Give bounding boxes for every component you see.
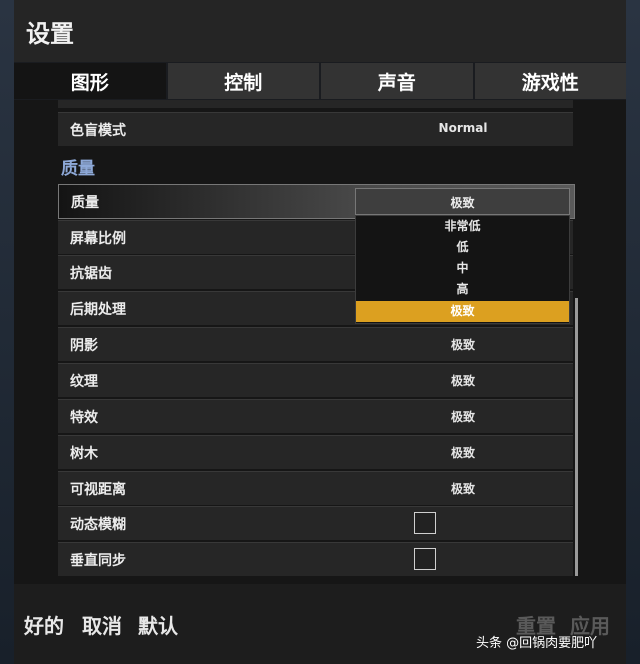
motion-blur-checkbox[interactable] bbox=[414, 512, 436, 534]
setting-label: 阴影 bbox=[70, 338, 98, 354]
setting-label: 动态模糊 bbox=[70, 517, 126, 533]
setting-label: 质量 bbox=[71, 195, 99, 211]
setting-value[interactable]: 极致 bbox=[354, 372, 572, 389]
cancel-button[interactable]: 取消 bbox=[82, 610, 122, 639]
setting-label: 后期处理 bbox=[70, 302, 126, 318]
setting-value[interactable]: 极致 bbox=[354, 408, 572, 425]
setting-row-effects[interactable]: 特效 极致 bbox=[58, 399, 573, 433]
previous-row-edge bbox=[58, 100, 573, 108]
setting-label: 树木 bbox=[70, 446, 98, 462]
setting-value[interactable]: 极致 bbox=[354, 444, 572, 461]
setting-label: 抗锯齿 bbox=[70, 266, 112, 282]
setting-row-view-distance[interactable]: 可视距离 极致 bbox=[58, 471, 573, 505]
setting-label: 色盲模式 bbox=[70, 123, 126, 139]
tab-sound[interactable]: 声音 bbox=[321, 63, 473, 99]
scrollbar[interactable] bbox=[575, 298, 578, 576]
setting-row-shadows[interactable]: 阴影 极致 bbox=[58, 327, 573, 361]
setting-label: 纹理 bbox=[70, 374, 98, 390]
title-bar: 设置 bbox=[14, 0, 626, 62]
background-left bbox=[0, 0, 14, 664]
section-title-quality: 质量 bbox=[61, 159, 95, 179]
setting-label: 垂直同步 bbox=[70, 553, 126, 569]
setting-value[interactable]: 极致 bbox=[354, 480, 572, 497]
settings-panel: 色盲模式 Normal 质量 质量 屏幕比例 抗锯齿 后期处理 阴影 极致 纹理… bbox=[14, 100, 626, 584]
setting-label: 屏幕比例 bbox=[70, 231, 126, 247]
setting-row-textures[interactable]: 纹理 极致 bbox=[58, 363, 573, 397]
setting-label: 可视距离 bbox=[70, 482, 126, 498]
dropdown-option-low[interactable]: 低 bbox=[356, 237, 569, 258]
tab-controls[interactable]: 控制 bbox=[167, 63, 319, 99]
dropdown-option-very-low[interactable]: 非常低 bbox=[356, 216, 569, 237]
tab-graphics[interactable]: 图形 bbox=[14, 63, 166, 99]
quality-dropdown[interactable]: 极致 bbox=[355, 188, 570, 215]
setting-row-color-blind[interactable]: 色盲模式 Normal bbox=[58, 112, 573, 146]
quality-dropdown-menu: 非常低 低 中 高 极致 bbox=[355, 215, 570, 324]
dropdown-option-high[interactable]: 高 bbox=[356, 279, 569, 300]
watermark: 头条 @回锅肉要肥吖 bbox=[476, 636, 598, 651]
setting-value[interactable]: Normal bbox=[354, 121, 572, 135]
footer-bar: 好的 取消 默认 重置 应用 bbox=[14, 584, 626, 664]
setting-row-foliage[interactable]: 树木 极致 bbox=[58, 435, 573, 469]
background-right bbox=[626, 0, 640, 664]
vsync-checkbox[interactable] bbox=[414, 548, 436, 570]
dropdown-option-medium[interactable]: 中 bbox=[356, 258, 569, 279]
setting-row-motion-blur[interactable]: 动态模糊 bbox=[58, 506, 573, 540]
setting-row-vsync[interactable]: 垂直同步 bbox=[58, 542, 573, 576]
setting-label: 特效 bbox=[70, 410, 98, 426]
default-button[interactable]: 默认 bbox=[138, 610, 178, 639]
tab-gameplay[interactable]: 游戏性 bbox=[474, 63, 626, 99]
quality-dropdown-value: 极致 bbox=[450, 196, 475, 210]
tab-bar: 图形 控制 声音 游戏性 bbox=[14, 63, 626, 99]
settings-title: 设置 bbox=[26, 20, 74, 48]
setting-value[interactable]: 极致 bbox=[354, 336, 572, 353]
dropdown-option-ultra[interactable]: 极致 bbox=[356, 301, 569, 322]
ok-button[interactable]: 好的 bbox=[24, 610, 64, 639]
